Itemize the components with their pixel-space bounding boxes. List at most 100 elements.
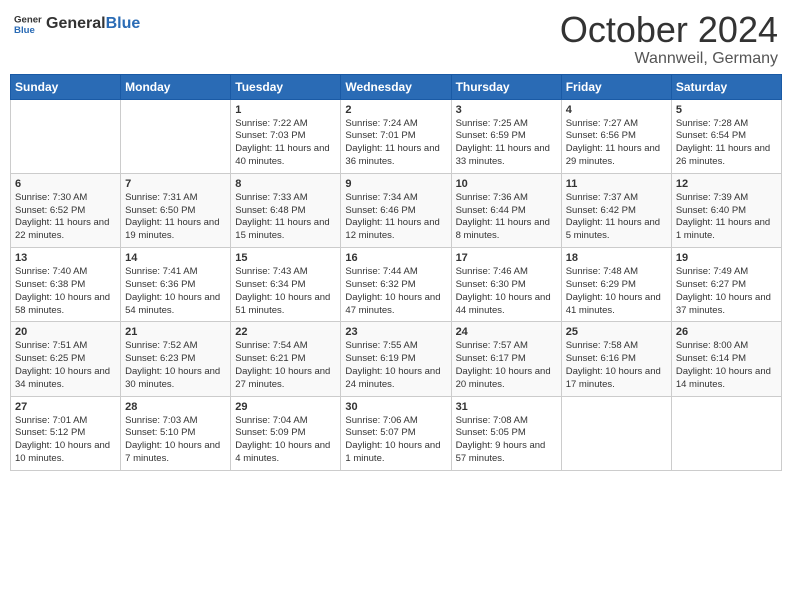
- day-number: 18: [566, 252, 667, 264]
- day-number: 4: [566, 104, 667, 116]
- day-info: Sunrise: 7:25 AMSunset: 6:59 PMDaylight:…: [456, 118, 557, 169]
- day-number: 13: [15, 252, 116, 264]
- day-info: Sunrise: 7:48 AMSunset: 6:29 PMDaylight:…: [566, 266, 667, 317]
- calendar-week-row: 1Sunrise: 7:22 AMSunset: 7:03 PMDaylight…: [11, 99, 782, 173]
- day-info: Sunrise: 7:58 AMSunset: 6:16 PMDaylight:…: [566, 340, 667, 391]
- calendar-cell: [121, 99, 231, 173]
- day-info: Sunrise: 7:06 AMSunset: 5:07 PMDaylight:…: [345, 415, 446, 466]
- day-info: Sunrise: 7:08 AMSunset: 5:05 PMDaylight:…: [456, 415, 557, 466]
- calendar-cell: 8 Sunrise: 7:33 AMSunset: 6:48 PMDaylight…: [231, 173, 341, 247]
- day-number: 19: [676, 252, 777, 264]
- day-info: Sunrise: 7:51 AMSunset: 6:25 PMDaylight:…: [15, 340, 116, 391]
- day-number: 11: [566, 178, 667, 190]
- day-number: 24: [456, 326, 557, 338]
- calendar-cell: 9 Sunrise: 7:34 AMSunset: 6:46 PMDaylight…: [341, 173, 451, 247]
- weekday-header-row: SundayMondayTuesdayWednesdayThursdayFrid…: [11, 74, 782, 99]
- day-number: 8: [235, 178, 336, 190]
- day-info: Sunrise: 7:40 AMSunset: 6:38 PMDaylight:…: [15, 266, 116, 317]
- day-number: 7: [125, 178, 226, 190]
- calendar-cell: 25 Sunrise: 7:58 AMSunset: 6:16 PMDayligh…: [561, 322, 671, 396]
- calendar-cell: 15Sunrise: 7:43 AMSunset: 6:34 PMDayligh…: [231, 248, 341, 322]
- day-info: Sunrise: 7:30 AMSunset: 6:52 PMDaylight:…: [15, 192, 116, 243]
- day-info: Sunrise: 7:49 AMSunset: 6:27 PMDaylight:…: [676, 266, 777, 317]
- calendar-cell: 17Sunrise: 7:46 AMSunset: 6:30 PMDayligh…: [451, 248, 561, 322]
- calendar-cell: 20 Sunrise: 7:51 AMSunset: 6:25 PMDayligh…: [11, 322, 121, 396]
- calendar-cell: 11 Sunrise: 7:37 AMSunset: 6:42 PMDayligh…: [561, 173, 671, 247]
- calendar-cell: 18 Sunrise: 7:48 AMSunset: 6:29 PMDayligh…: [561, 248, 671, 322]
- day-number: 25: [566, 326, 667, 338]
- calendar-cell: 19 Sunrise: 7:49 AMSunset: 6:27 PMDayligh…: [671, 248, 781, 322]
- weekday-header-wednesday: Wednesday: [341, 74, 451, 99]
- day-number: 12: [676, 178, 777, 190]
- day-number: 3: [456, 104, 557, 116]
- day-info: Sunrise: 7:24 AMSunset: 7:01 PMDaylight:…: [345, 118, 446, 169]
- weekday-header-friday: Friday: [561, 74, 671, 99]
- day-number: 6: [15, 178, 116, 190]
- calendar-cell: 22Sunrise: 7:54 AMSunset: 6:21 PMDayligh…: [231, 322, 341, 396]
- day-info: Sunrise: 8:00 AMSunset: 6:14 PMDaylight:…: [676, 340, 777, 391]
- calendar-body: 1Sunrise: 7:22 AMSunset: 7:03 PMDaylight…: [11, 99, 782, 470]
- day-info: Sunrise: 7:55 AMSunset: 6:19 PMDaylight:…: [345, 340, 446, 391]
- calendar-cell: 28 Sunrise: 7:03 AMSunset: 5:10 PMDayligh…: [121, 396, 231, 470]
- day-info: Sunrise: 7:54 AMSunset: 6:21 PMDaylight:…: [235, 340, 336, 391]
- logo-text: GeneralBlue: [46, 16, 140, 32]
- day-info: Sunrise: 7:28 AMSunset: 6:54 PMDaylight:…: [676, 118, 777, 169]
- calendar-week-row: 6 Sunrise: 7:30 AMSunset: 6:52 PMDaylight…: [11, 173, 782, 247]
- weekday-header-tuesday: Tuesday: [231, 74, 341, 99]
- location-title: Wannweil, Germany: [560, 50, 778, 68]
- day-number: 2: [345, 104, 446, 116]
- day-number: 21: [125, 326, 226, 338]
- calendar-cell: 24 Sunrise: 7:57 AMSunset: 6:17 PMDayligh…: [451, 322, 561, 396]
- calendar-cell: 2 Sunrise: 7:24 AMSunset: 7:01 PMDaylight…: [341, 99, 451, 173]
- calendar-cell: 16Sunrise: 7:44 AMSunset: 6:32 PMDayligh…: [341, 248, 451, 322]
- weekday-header-thursday: Thursday: [451, 74, 561, 99]
- day-info: Sunrise: 7:04 AMSunset: 5:09 PMDaylight:…: [235, 415, 336, 466]
- day-number: 29: [235, 401, 336, 413]
- day-number: 31: [456, 401, 557, 413]
- day-info: Sunrise: 7:31 AMSunset: 6:50 PMDaylight:…: [125, 192, 226, 243]
- day-number: 14: [125, 252, 226, 264]
- day-info: Sunrise: 7:27 AMSunset: 6:56 PMDaylight:…: [566, 118, 667, 169]
- weekday-header-monday: Monday: [121, 74, 231, 99]
- day-number: 20: [15, 326, 116, 338]
- day-info: Sunrise: 7:37 AMSunset: 6:42 PMDaylight:…: [566, 192, 667, 243]
- day-number: 27: [15, 401, 116, 413]
- title-area: October 2024 Wannweil, Germany: [560, 10, 778, 68]
- logo-icon: General Blue: [14, 10, 42, 38]
- header: General Blue GeneralBlue October 2024 Wa…: [10, 10, 782, 68]
- day-info: Sunrise: 7:41 AMSunset: 6:36 PMDaylight:…: [125, 266, 226, 317]
- calendar-week-row: 20 Sunrise: 7:51 AMSunset: 6:25 PMDayligh…: [11, 322, 782, 396]
- calendar-cell: 10 Sunrise: 7:36 AMSunset: 6:44 PMDayligh…: [451, 173, 561, 247]
- calendar-cell: 4 Sunrise: 7:27 AMSunset: 6:56 PMDaylight…: [561, 99, 671, 173]
- calendar-cell: 14 Sunrise: 7:41 AMSunset: 6:36 PMDayligh…: [121, 248, 231, 322]
- calendar-cell: 30Sunrise: 7:06 AMSunset: 5:07 PMDayligh…: [341, 396, 451, 470]
- calendar-cell: [561, 396, 671, 470]
- svg-text:Blue: Blue: [14, 25, 35, 36]
- calendar-cell: 31 Sunrise: 7:08 AMSunset: 5:05 PMDayligh…: [451, 396, 561, 470]
- calendar-cell: 3 Sunrise: 7:25 AMSunset: 6:59 PMDaylight…: [451, 99, 561, 173]
- calendar-cell: 21Sunrise: 7:52 AMSunset: 6:23 PMDayligh…: [121, 322, 231, 396]
- month-title: October 2024: [560, 10, 778, 50]
- day-number: 15: [235, 252, 336, 264]
- calendar-cell: 29 Sunrise: 7:04 AMSunset: 5:09 PMDayligh…: [231, 396, 341, 470]
- calendar-cell: [11, 99, 121, 173]
- day-number: 28: [125, 401, 226, 413]
- day-number: 17: [456, 252, 557, 264]
- day-info: Sunrise: 7:34 AMSunset: 6:46 PMDaylight:…: [345, 192, 446, 243]
- day-number: 23: [345, 326, 446, 338]
- day-number: 10: [456, 178, 557, 190]
- calendar-cell: 23 Sunrise: 7:55 AMSunset: 6:19 PMDayligh…: [341, 322, 451, 396]
- calendar-cell: 1Sunrise: 7:22 AMSunset: 7:03 PMDaylight…: [231, 99, 341, 173]
- day-number: 26: [676, 326, 777, 338]
- calendar-table: SundayMondayTuesdayWednesdayThursdayFrid…: [10, 74, 782, 471]
- calendar-cell: [671, 396, 781, 470]
- day-info: Sunrise: 7:33 AMSunset: 6:48 PMDaylight:…: [235, 192, 336, 243]
- day-info: Sunrise: 7:03 AMSunset: 5:10 PMDaylight:…: [125, 415, 226, 466]
- calendar-week-row: 13 Sunrise: 7:40 AMSunset: 6:38 PMDayligh…: [11, 248, 782, 322]
- day-number: 9: [345, 178, 446, 190]
- day-info: Sunrise: 7:36 AMSunset: 6:44 PMDaylight:…: [456, 192, 557, 243]
- day-info: Sunrise: 7:57 AMSunset: 6:17 PMDaylight:…: [456, 340, 557, 391]
- weekday-header-sunday: Sunday: [11, 74, 121, 99]
- calendar-cell: 7 Sunrise: 7:31 AMSunset: 6:50 PMDaylight…: [121, 173, 231, 247]
- logo: General Blue GeneralBlue: [14, 10, 140, 38]
